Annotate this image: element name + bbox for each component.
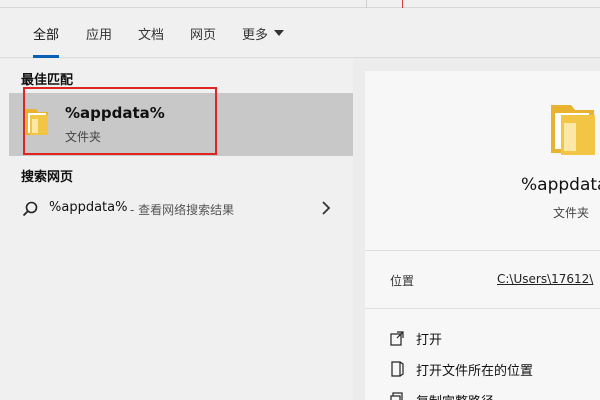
open-location-icon (391, 361, 404, 377)
tab-web[interactable]: 网页 (190, 8, 216, 58)
preview-divider (365, 250, 600, 251)
tab-all-label: 全部 (33, 27, 60, 43)
search-icon (22, 201, 38, 217)
tab-documents[interactable]: 文档 (138, 8, 164, 58)
section-web-search: 搜索网页 (21, 170, 74, 185)
tab-apps-label: 应用 (86, 27, 113, 43)
web-search-query: %appdata% (49, 200, 128, 215)
action-open[interactable]: 打开 (390, 328, 600, 348)
tab-documents-label: 文档 (138, 27, 165, 43)
preview-folder-icon (551, 105, 595, 155)
open-icon (390, 331, 404, 346)
annotation-highlight-box (23, 87, 217, 155)
action-open-location-label: 打开文件所在的位置 (416, 363, 534, 379)
preview-divider-2 (365, 308, 600, 309)
location-link[interactable]: C:\Users\17612\ (497, 272, 593, 286)
top-divider-vertical (366, 0, 367, 8)
action-copy-path[interactable]: 复制完整路径 (390, 390, 600, 400)
search-tabs: 全部 应用 文档 网页 更多 (0, 8, 600, 58)
tab-web-label: 网页 (190, 27, 217, 43)
tab-more[interactable]: 更多 (242, 8, 285, 58)
action-open-location[interactable]: 打开文件所在的位置 (390, 359, 600, 379)
copy-icon (390, 392, 403, 400)
location-label: 位置 (390, 274, 415, 288)
action-copy-path-label: 复制完整路径 (416, 391, 494, 400)
tab-all[interactable]: 全部 (33, 8, 60, 58)
top-red-mark (402, 0, 403, 8)
chevron-right-icon[interactable] (320, 201, 332, 215)
tab-apps[interactable]: 应用 (86, 8, 112, 58)
web-search-suffix: - 查看网络搜索结果 (130, 203, 235, 217)
preview-title: %appdata (521, 175, 600, 195)
preview-type: 文件夹 (553, 206, 590, 220)
chevron-down-icon (274, 30, 285, 36)
section-best-match: 最佳匹配 (21, 73, 74, 88)
tab-more-label: 更多 (242, 27, 269, 43)
action-open-label: 打开 (416, 332, 443, 348)
